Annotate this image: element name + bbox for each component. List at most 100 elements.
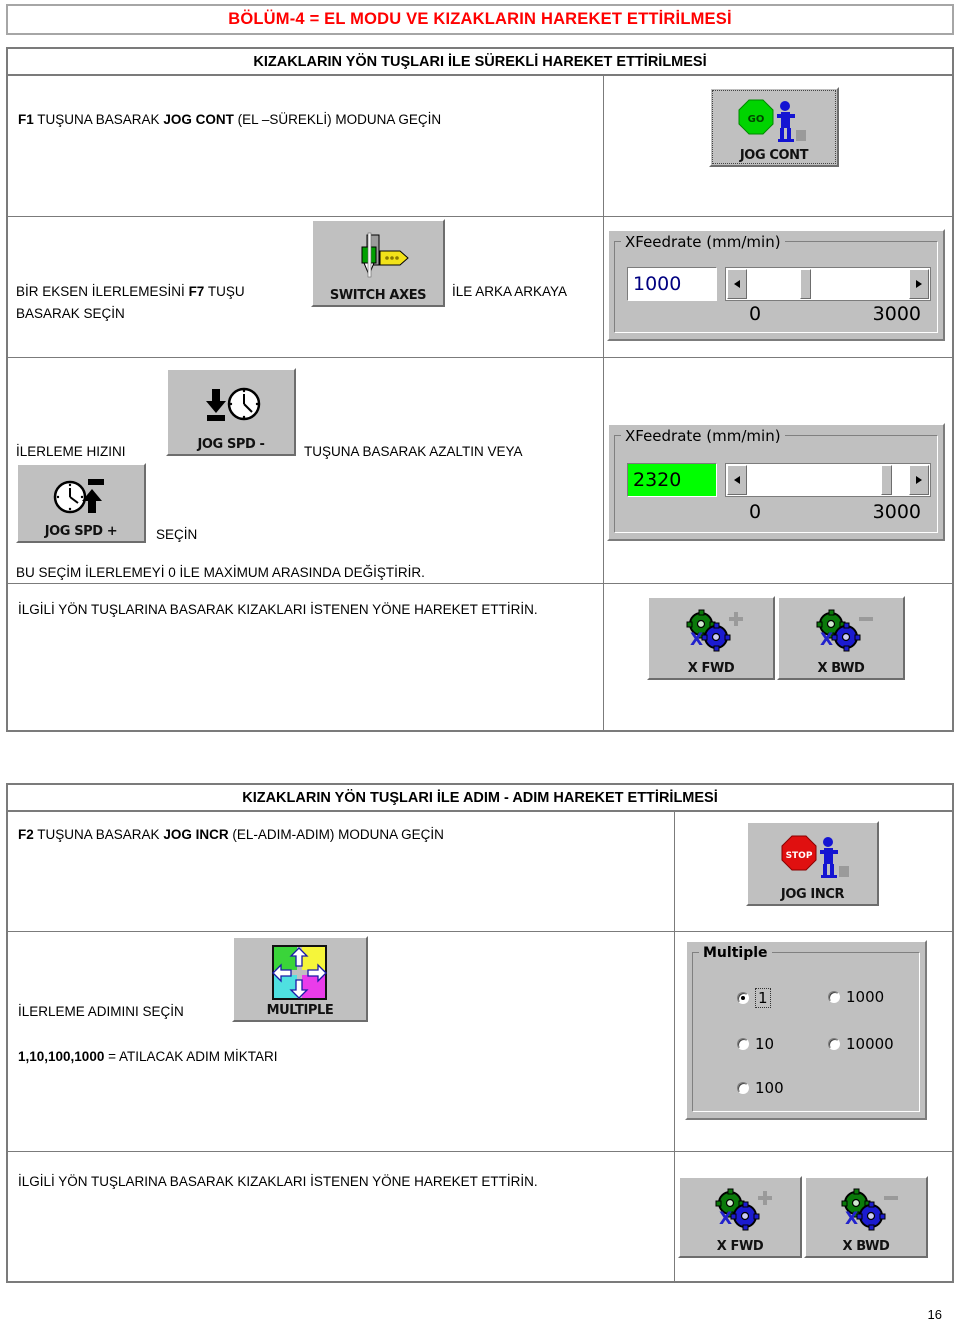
x-fwd-button-incremental[interactable]: X X FWD [678, 1176, 802, 1258]
go-walking-person-icon: GO [713, 93, 835, 148]
svg-text:STOP: STOP [785, 851, 812, 861]
xfeedrate-value-text-2: 2320 [633, 469, 682, 491]
jog-speed-text-1: İLERLEME HIZINI [16, 444, 126, 459]
x-fwd-incremental-label: X FWD [716, 1239, 764, 1254]
xfeedrate-min-2: 0 [749, 501, 762, 523]
xfeedrate-max-2: 3000 [872, 501, 921, 523]
jog-speed-text-4: BU SEÇİM İLERLEMEYİ 0 İLE MAXİMUM ARASIN… [16, 565, 425, 580]
multiple-option-100-label: 100 [755, 1079, 784, 1097]
continuous-section-header: KIZAKLARIN YÖN TUŞLARI İLE SÜREKLİ HAREK… [8, 49, 952, 76]
scroll-right-arrow[interactable] [909, 465, 929, 495]
stop-walking-person-icon: STOP [750, 827, 875, 887]
jog-cont-text-cell: F1 TUŞUNA BASARAK JOG CONT (EL –SÜREKLİ)… [8, 76, 603, 216]
radio-dot-1000[interactable] [828, 991, 840, 1003]
left-arrow-icon [734, 476, 740, 484]
jog-cont-row: F1 TUŞUNA BASARAK JOG CONT (EL –SÜREKLİ)… [8, 76, 952, 217]
svg-text:X: X [820, 630, 833, 650]
jog-cont-button-cell: GO JOG CONT [599, 76, 952, 216]
multiple-option-10000[interactable]: 10000 [828, 1035, 894, 1053]
switch-axes-button[interactable]: SWITCH AXES [311, 219, 445, 307]
x-axis-gears-plus-icon: X [682, 1182, 798, 1239]
radio-dot-100[interactable] [737, 1082, 749, 1094]
xfeedrate-value-text-1: 1000 [633, 273, 682, 295]
x-fwd-button-label: X FWD [687, 661, 735, 676]
jog-incr-mode-label: JOG INCR [163, 827, 229, 842]
switch-axes-text-1: BİR EKSEN İLERLEMESİNİ [16, 284, 189, 299]
multiple-group-box: Multiple 1 1000 10 10000 100 [685, 940, 927, 1120]
jog-speed-text-cell: İLERLEME HIZINI JOG SPD - TUŞUNA BASARAK… [8, 358, 603, 583]
left-arrow-icon [734, 280, 740, 288]
jog-incr-text-cell: F2 TUŞUNA BASARAK JOG INCR (EL-ADIM-ADIM… [8, 812, 674, 931]
svg-text:X: X [845, 1209, 858, 1229]
x-bwd-button-label: X BWD [817, 661, 865, 676]
switch-axes-icon [315, 225, 441, 288]
multiple-group-title: Multiple [699, 945, 772, 961]
multiple-button[interactable]: MULTIPLE [232, 936, 368, 1022]
multiple-four-arrows-icon [236, 942, 364, 1003]
multiple-option-1000[interactable]: 1000 [828, 988, 884, 1006]
multiple-option-1[interactable]: 1 [737, 988, 771, 1008]
multiple-button-label: MULTIPLE [266, 1003, 334, 1018]
page-number: 16 [927, 1307, 942, 1322]
continuous-movement-table: KIZAKLARIN YÖN TUŞLARI İLE SÜREKLİ HAREK… [6, 47, 954, 732]
multiple-option-1-label: 1 [755, 988, 771, 1008]
xfeedrate-group-2: XFeedrate (mm/min) 2320 0 3000 [607, 423, 945, 541]
scroll-thumb[interactable] [881, 465, 892, 495]
direction-buttons-cell: X X FWD X X BWD [599, 584, 952, 730]
scroll-thumb[interactable] [800, 269, 811, 299]
x-axis-gears-plus-icon: X [651, 602, 771, 661]
radio-dot-1[interactable] [737, 992, 749, 1004]
direction-keys-text-cell: İLGİLİ YÖN TUŞLARINA BASARAK KIZAKLARI İ… [8, 584, 603, 730]
switch-axes-row: BİR EKSEN İLERLEMESİNİ F7 TUŞU BASARAK S… [8, 217, 952, 358]
jog-speed-text-3: SEÇİN [156, 527, 198, 542]
multiple-option-10000-label: 10000 [846, 1035, 894, 1053]
document-page: BÖLÜM-4 = EL MODU VE KIZAKLARIN HAREKET … [0, 0, 960, 1330]
xfeedrate-scrollbar-1[interactable] [725, 267, 931, 301]
x-bwd-button[interactable]: X X BWD [777, 596, 905, 680]
xfeedrate-scrollbar-2[interactable] [725, 463, 931, 497]
incremental-section-header: KIZAKLARIN YÖN TUŞLARI İLE ADIM - ADIM H… [8, 785, 952, 812]
jog-spd-minus-button[interactable]: JOG SPD - [166, 368, 296, 456]
multiple-option-10[interactable]: 10 [737, 1035, 774, 1053]
x-bwd-incremental-label: X BWD [842, 1239, 890, 1254]
jog-spd-minus-label: JOG SPD - [197, 437, 265, 452]
radio-dot-10[interactable] [737, 1038, 749, 1050]
multiple-option-10-label: 10 [755, 1035, 775, 1053]
xfeedrate-group-1: XFeedrate (mm/min) 1000 0 3000 [607, 229, 945, 341]
jog-incr-button[interactable]: STOP JOG INCR [746, 821, 879, 906]
scroll-left-arrow[interactable] [727, 465, 747, 495]
multiple-option-1000-label: 1000 [846, 988, 885, 1006]
jog-cont-text-2: (EL –SÜREKLİ) MODUNA GEÇİN [233, 112, 442, 127]
jog-cont-button[interactable]: GO JOG CONT [709, 87, 839, 167]
xfeedrate-value-1[interactable]: 1000 [627, 267, 717, 301]
incremental-direction-buttons-cell: X X FWD X X BWD [670, 1152, 952, 1283]
jog-cont-button-label: JOG CONT [739, 148, 809, 163]
switch-axes-text-2: TUŞU [204, 284, 245, 299]
scroll-right-arrow[interactable] [909, 269, 929, 299]
continuous-section-header-label: KIZAKLARIN YÖN TUŞLARI İLE SÜREKLİ HAREK… [253, 53, 707, 70]
clock-up-arrow-icon [20, 469, 142, 524]
jog-speed-text-2: TUŞUNA BASARAK AZALTIN VEYA [304, 444, 523, 459]
jog-spd-plus-button[interactable]: JOG SPD + [16, 463, 146, 543]
incremental-movement-table: KIZAKLARIN YÖN TUŞLARI İLE ADIM - ADIM H… [6, 783, 954, 1283]
incremental-section-header-label: KIZAKLARIN YÖN TUŞLARI İLE ADIM - ADIM H… [242, 789, 718, 806]
x-axis-gears-minus-icon: X [808, 1182, 924, 1239]
xfeedrate-title-1: XFeedrate (mm/min) [621, 233, 785, 251]
multiple-text-1: İLERLEME ADIMINI SEÇİN [18, 1004, 184, 1019]
xfeedrate-value-2[interactable]: 2320 [627, 463, 717, 497]
radio-dot-10000[interactable] [828, 1038, 840, 1050]
x-fwd-button[interactable]: X X FWD [647, 596, 775, 680]
switch-axes-button-label: SWITCH AXES [329, 288, 427, 303]
scroll-left-arrow[interactable] [727, 269, 747, 299]
x-bwd-button-incremental[interactable]: X X BWD [804, 1176, 928, 1258]
jog-incr-button-cell: STOP JOG INCR [670, 812, 952, 931]
jog-incr-text-2: (EL-ADIM-ADIM) MODUNA GEÇİN [228, 827, 444, 842]
xfeedrate-min-1: 0 [749, 303, 762, 325]
jog-speed-row: İLERLEME HIZINI JOG SPD - TUŞUNA BASARAK… [8, 358, 952, 584]
direction-keys-row: İLGİLİ YÖN TUŞLARINA BASARAK KIZAKLARI İ… [8, 584, 952, 730]
xfeedrate-cell-2: XFeedrate (mm/min) 2320 0 3000 [599, 358, 952, 583]
f7-key-label: F7 [188, 284, 205, 299]
multiple-option-100[interactable]: 100 [737, 1079, 784, 1097]
right-arrow-icon [916, 476, 922, 484]
svg-text:GO: GO [748, 114, 765, 125]
